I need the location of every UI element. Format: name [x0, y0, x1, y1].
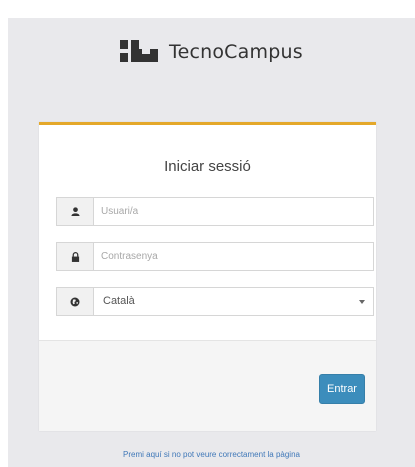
- submit-button[interactable]: Entrar: [319, 374, 365, 404]
- login-card: Iniciar sessió Usuari/a Català Entrar: [39, 122, 376, 431]
- login-title: Iniciar sessió: [164, 158, 251, 175]
- password-field: [56, 242, 374, 271]
- chevron-down-icon: [359, 300, 365, 304]
- globe-icon: [57, 288, 94, 315]
- language-selected: Català: [103, 295, 135, 307]
- password-input[interactable]: [101, 243, 361, 270]
- brand-name: TecnoCampus: [169, 41, 303, 63]
- brand-logo: TecnoCampus: [120, 37, 303, 67]
- username-field: [56, 197, 374, 226]
- language-select[interactable]: Català: [56, 287, 374, 316]
- help-link[interactable]: Premi aquí si no pot veure correctament …: [8, 450, 415, 459]
- top-bar: [0, 0, 415, 18]
- lock-icon: [57, 243, 94, 270]
- tecnocampus-logo-icon: [120, 40, 160, 64]
- user-icon: [57, 198, 94, 225]
- username-input[interactable]: [101, 198, 361, 225]
- login-card-footer: Entrar: [39, 340, 376, 431]
- login-page: TecnoCampus Iniciar sessió Usuari/a Cata…: [8, 18, 415, 467]
